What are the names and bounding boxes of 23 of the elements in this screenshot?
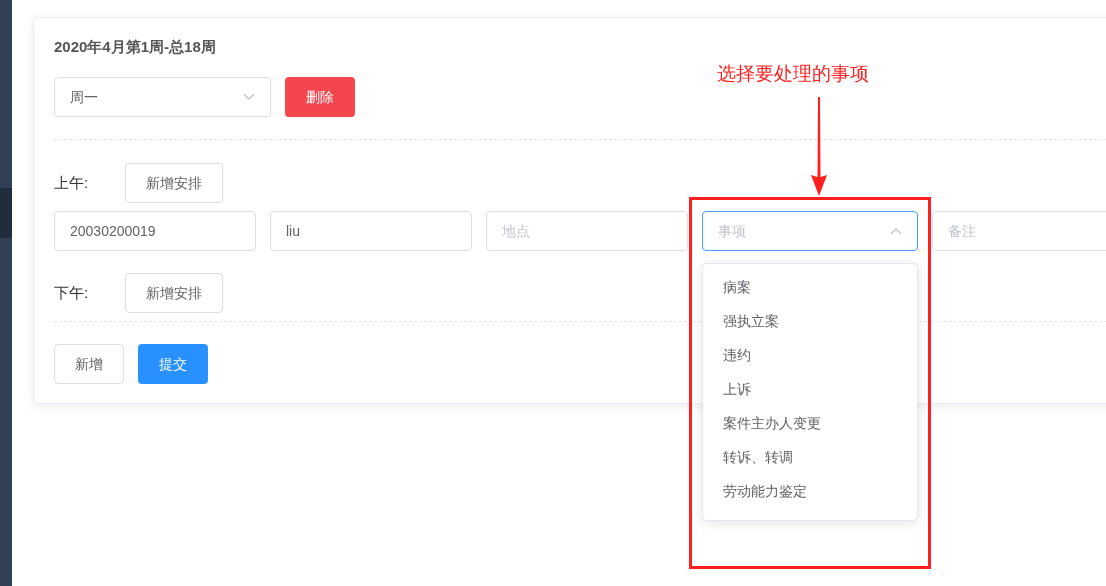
dropdown-option[interactable]: 劳动能力鉴定 [703,474,917,508]
sidebar-item[interactable] [0,188,12,238]
section-label: 上午: [54,172,90,193]
text-field[interactable]: 备注 [932,211,1106,251]
add-schedule-button[interactable]: 新增安排 [125,273,223,313]
text-field[interactable]: 20030200019 [54,211,256,251]
dropdown-option[interactable]: 转诉、转调 [703,440,917,474]
text-field[interactable]: 地点 [486,211,688,251]
dropdown-option[interactable]: 案件主办人变更 [703,406,917,440]
chevron-up-icon [890,227,902,235]
text-field[interactable]: liu [270,211,472,251]
dropdown-option[interactable]: 强执立案 [703,304,917,338]
dropdown-option[interactable]: 病案 [703,270,917,304]
dropdown-option[interactable]: 上诉 [703,372,917,406]
dropdown-option[interactable]: 违约 [703,338,917,372]
chevron-down-icon [243,93,255,101]
add-schedule-button[interactable]: 新增安排 [125,163,223,203]
add-button[interactable]: 新增 [54,344,124,384]
card-title: 2020年4月第1周-总18周 [54,37,217,57]
section-label: 下午: [54,282,90,303]
delete-button[interactable]: 删除 [285,77,355,117]
select-field[interactable]: 周一 [54,77,271,117]
annotation-text: 选择要处理的事项 [717,62,869,86]
